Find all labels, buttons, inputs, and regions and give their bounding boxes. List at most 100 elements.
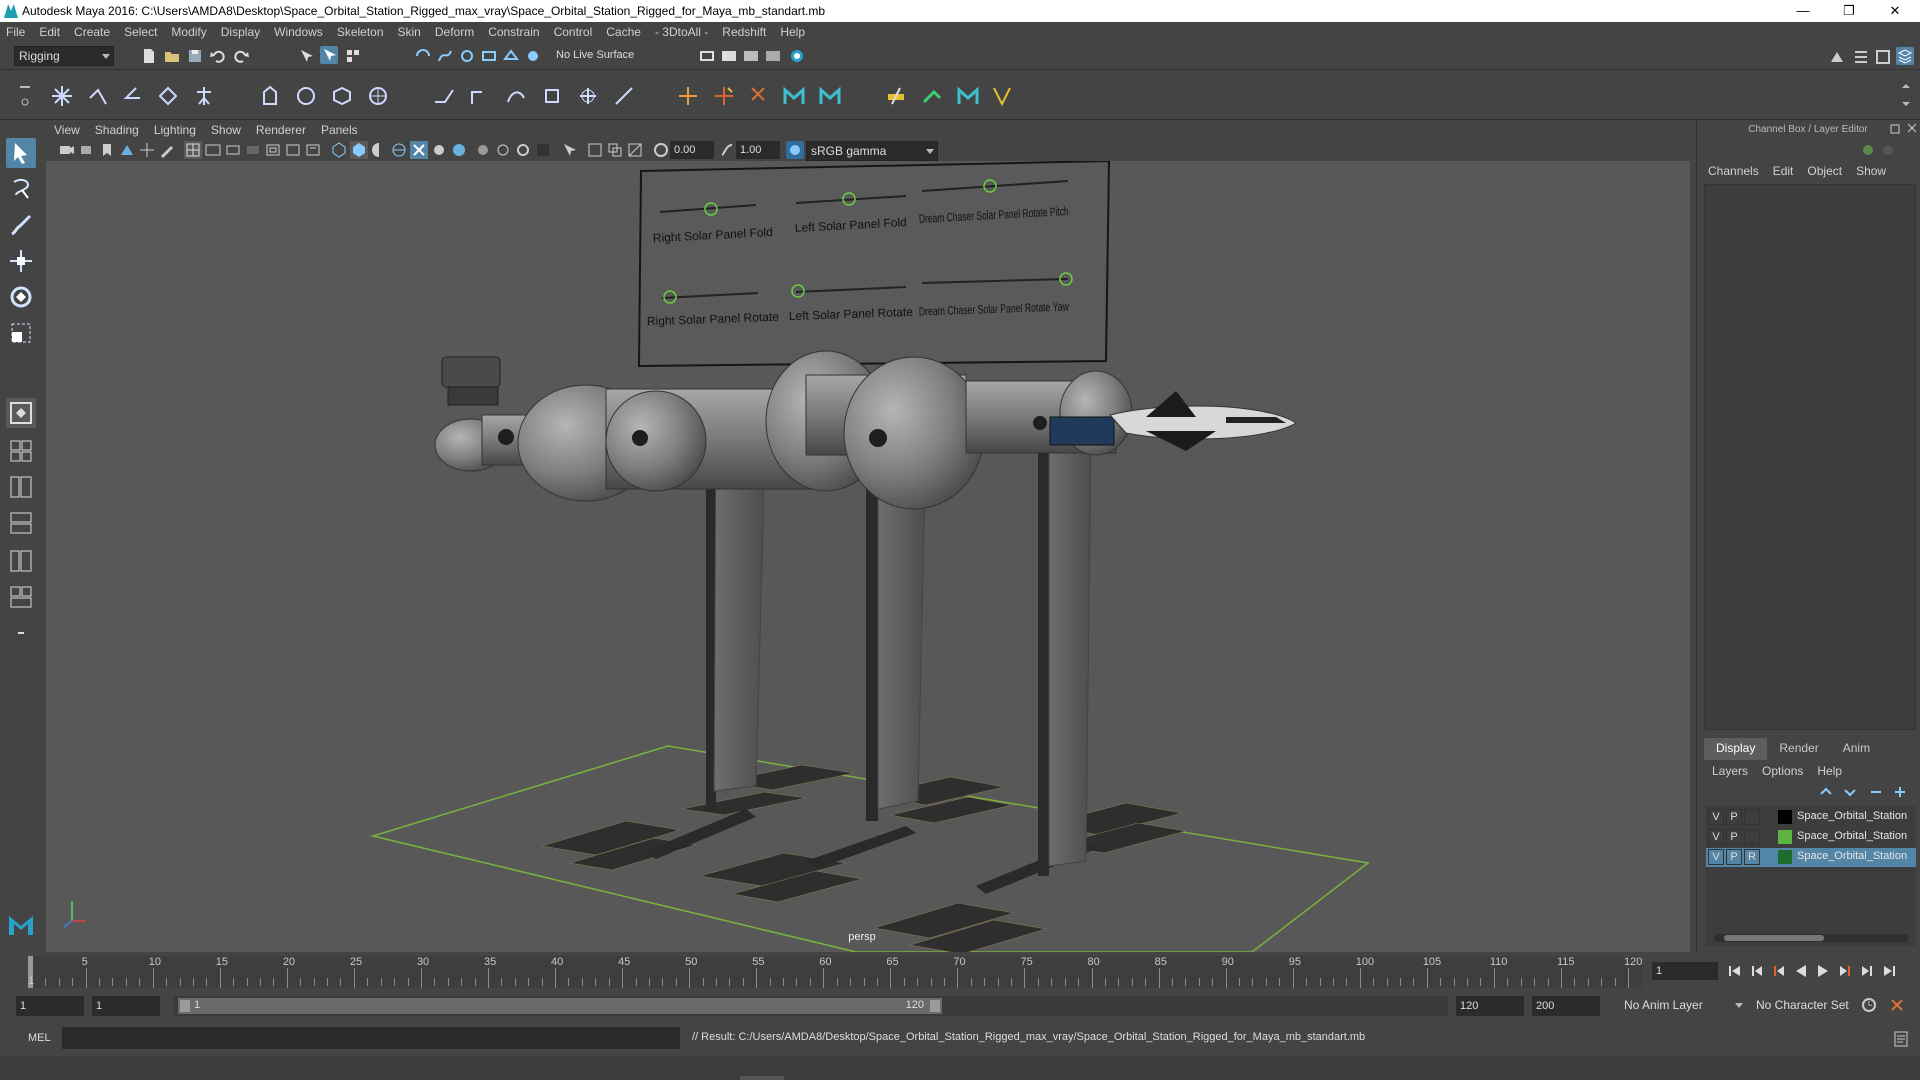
grid-toggle-icon[interactable] — [184, 141, 202, 159]
cb-menu-edit[interactable]: Edit — [1773, 164, 1794, 178]
xray-joints-icon[interactable] — [586, 141, 604, 159]
pole-vector-icon[interactable] — [612, 84, 636, 108]
select-object-icon[interactable] — [320, 46, 338, 64]
xray-icon[interactable] — [534, 141, 552, 159]
render-settings-icon[interactable] — [742, 47, 760, 65]
persp-graph-layout-icon[interactable] — [6, 508, 36, 538]
layer-color-swatch[interactable] — [1778, 810, 1792, 824]
vp-menu-renderer[interactable]: Renderer — [256, 123, 306, 137]
persp-outliner-layout-icon[interactable] — [6, 472, 36, 502]
modeling-toolkit-icon[interactable] — [1828, 48, 1846, 66]
create-joints-icon[interactable] — [50, 84, 74, 108]
undo-icon[interactable] — [209, 47, 227, 65]
set-driven-key-icon[interactable] — [884, 84, 908, 108]
save-scene-icon[interactable] — [186, 47, 204, 65]
film-gate-icon[interactable] — [204, 141, 222, 159]
mirror-joint-icon[interactable] — [120, 84, 144, 108]
cluster-icon[interactable] — [366, 84, 390, 108]
snap-view-plane-icon[interactable] — [480, 47, 498, 65]
gamma-icon[interactable] — [718, 141, 736, 159]
use-all-lights-icon[interactable] — [410, 141, 428, 159]
locator-icon[interactable] — [676, 84, 700, 108]
camera-attributes-icon[interactable] — [78, 141, 96, 159]
wrap-deformer-icon[interactable] — [990, 84, 1014, 108]
layer-display-type-toggle[interactable]: R — [1744, 849, 1760, 865]
select-hierarchy-icon[interactable] — [298, 47, 316, 65]
snap-curve-icon[interactable] — [436, 47, 454, 65]
rotate-tool-icon[interactable] — [6, 282, 36, 312]
menu-redshift[interactable]: Redshift — [722, 25, 766, 39]
menu-constrain[interactable]: Constrain — [488, 25, 539, 39]
snap-surface-icon[interactable] — [502, 47, 520, 65]
ipr-render-icon[interactable] — [720, 47, 738, 65]
layer-playback-toggle[interactable]: P — [1726, 829, 1742, 845]
cb-menu-channels[interactable]: Channels — [1708, 164, 1759, 178]
step-back-frame-icon[interactable] — [1748, 962, 1766, 980]
tab-display[interactable]: Display — [1704, 738, 1768, 760]
close-button[interactable]: ✕ — [1872, 0, 1918, 22]
layer-color-swatch[interactable] — [1778, 850, 1792, 864]
le-menu-help[interactable]: Help — [1817, 764, 1842, 778]
le-menu-options[interactable]: Options — [1762, 764, 1803, 778]
field-chart-icon[interactable] — [264, 141, 282, 159]
anti-aliasing-icon[interactable] — [494, 141, 512, 159]
menu-skeleton[interactable]: Skeleton — [337, 25, 384, 39]
ground-solar-panels[interactable] — [541, 764, 1187, 952]
menu-edit[interactable]: Edit — [39, 25, 60, 39]
menu-deform[interactable]: Deform — [435, 25, 474, 39]
render-frame-icon[interactable] — [698, 47, 716, 65]
layer-row[interactable]: V P R Space_Orbital_Station — [1706, 848, 1916, 867]
menu-control[interactable]: Control — [554, 25, 593, 39]
scrollbar-thumb[interactable] — [1724, 935, 1824, 941]
station-body[interactable] — [434, 350, 1133, 510]
insert-joint-icon[interactable] — [86, 84, 110, 108]
default-material-icon[interactable] — [370, 141, 388, 159]
script-editor-icon[interactable] — [1892, 1030, 1910, 1048]
layer-visibility-toggle[interactable]: V — [1708, 829, 1724, 845]
3d-viewport[interactable]: Right Solar Panel Fold Left Solar Panel … — [46, 161, 1690, 952]
layer-color-swatch[interactable] — [1778, 830, 1792, 844]
render-view-icon[interactable] — [788, 47, 806, 65]
move-layer-up-icon[interactable] — [1818, 784, 1834, 800]
float-panel-icon[interactable] — [1890, 122, 1902, 134]
menu-skin[interactable]: Skin — [398, 25, 421, 39]
vp-menu-shading[interactable]: Shading — [95, 123, 139, 137]
lasso-tool-icon[interactable] — [6, 174, 36, 204]
layer-visibility-toggle[interactable]: V — [1708, 849, 1724, 865]
animation-preferences-icon[interactable] — [1888, 996, 1906, 1014]
go-to-start-icon[interactable] — [1726, 962, 1744, 980]
range-slider[interactable]: 1 120 — [174, 996, 946, 1016]
minimize-button[interactable]: — — [1780, 0, 1826, 22]
hik-retarget-icon[interactable] — [956, 84, 980, 108]
single-perspective-layout-icon[interactable] — [6, 398, 36, 428]
menu-3dtoall[interactable]: - 3DtoAll - — [655, 25, 708, 39]
go-to-end-icon[interactable] — [1880, 962, 1898, 980]
character-set-dropdown[interactable]: No Character Set — [1752, 996, 1866, 1016]
layer-row[interactable]: V P Space_Orbital_Station — [1706, 808, 1916, 827]
menu-select[interactable]: Select — [124, 25, 157, 39]
layer-row[interactable]: V P Space_Orbital_Station — [1706, 828, 1916, 847]
help-line-handle[interactable] — [740, 1076, 784, 1080]
layer-playback-toggle[interactable]: P — [1726, 849, 1742, 865]
image-plane-icon[interactable] — [118, 141, 136, 159]
scale-tool-icon[interactable] — [6, 318, 36, 348]
command-input[interactable] — [62, 1027, 680, 1049]
layer-display-type-toggle[interactable] — [1744, 829, 1760, 845]
vp-menu-panels[interactable]: Panels — [321, 123, 358, 137]
hik-character-icon[interactable] — [782, 84, 806, 108]
camera-select-icon[interactable] — [58, 141, 76, 159]
bind-skin-icon[interactable] — [258, 84, 282, 108]
motion-blur-icon[interactable] — [474, 141, 492, 159]
attribute-editor-icon[interactable] — [1852, 48, 1870, 66]
channel-box-toggle-icon[interactable] — [1896, 47, 1914, 65]
ik-handle-icon[interactable] — [432, 84, 456, 108]
layer-list-scrollbar[interactable] — [1714, 934, 1908, 942]
safe-action-icon[interactable] — [284, 141, 302, 159]
orient-constraint-icon[interactable] — [576, 84, 600, 108]
menu-cache[interactable]: Cache — [606, 25, 641, 39]
channel-box-extra-icon[interactable] — [1880, 142, 1896, 158]
persp-hypershade-layout-icon[interactable] — [6, 546, 36, 576]
time-slider-track[interactable]: 5 10 15 20 25 30 35 40 45 50 55 60 65 70 75 80 85 90 95 100… — [28, 956, 1642, 988]
layer-visibility-toggle[interactable]: V — [1708, 809, 1724, 825]
new-scene-icon[interactable] — [140, 47, 158, 65]
